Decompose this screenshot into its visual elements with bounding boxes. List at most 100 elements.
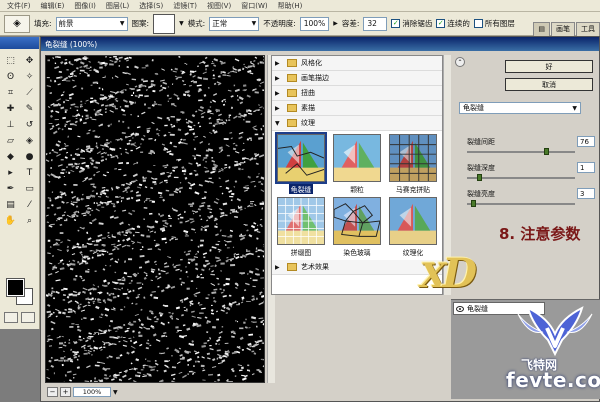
lasso-tool-icon[interactable]: ʘ bbox=[2, 69, 19, 84]
filter-category[interactable]: ▶ 扭曲 bbox=[272, 86, 442, 101]
menu-item[interactable]: 图层(L) bbox=[101, 1, 134, 11]
notes-tool-icon[interactable]: ▤ bbox=[2, 197, 19, 212]
toolbox: ⬚ ✥ ʘ ✧ ⌗ ⟋ ✚ ✎ ⊥ ↺ ▱ ◈ ◆ ● ▸ T ✒ ▭ ▤ ⁄ … bbox=[0, 37, 40, 329]
quickmask-mode-button[interactable] bbox=[21, 312, 35, 323]
brush-tool-icon[interactable]: ✎ bbox=[21, 101, 38, 116]
filter-thumbnail[interactable]: 拼缀图 bbox=[276, 197, 326, 257]
filter-thumbnail[interactable]: 马赛克拼贴 bbox=[388, 134, 438, 194]
paint-bucket-tool-icon[interactable]: ◈ bbox=[21, 133, 38, 148]
zoom-out-button[interactable]: − bbox=[47, 387, 58, 397]
menu-item[interactable]: 文件(F) bbox=[2, 1, 36, 11]
dodge-tool-icon[interactable]: ● bbox=[21, 149, 38, 164]
crop-tool-icon[interactable]: ⌗ bbox=[2, 85, 19, 100]
chevron-right-icon[interactable]: ▶ bbox=[333, 20, 338, 27]
chevron-right-icon[interactable]: ▶ bbox=[275, 264, 283, 271]
chevron-down-icon[interactable]: ▼ bbox=[275, 120, 283, 127]
slider-thumb[interactable] bbox=[471, 200, 476, 207]
filter-thumbnail[interactable]: 纹理化 bbox=[388, 197, 438, 257]
healing-brush-tool-icon[interactable]: ✚ bbox=[2, 101, 19, 116]
sailboat-thumbnail-image bbox=[333, 134, 381, 182]
marquee-tool-icon[interactable]: ⬚ bbox=[2, 53, 19, 68]
param-value-input[interactable]: 76 bbox=[577, 136, 595, 147]
param-slider[interactable] bbox=[467, 174, 575, 181]
type-tool-icon[interactable]: T bbox=[21, 165, 38, 180]
param-value-input[interactable]: 3 bbox=[577, 188, 595, 199]
zoom-in-button[interactable]: + bbox=[60, 387, 71, 397]
chevron-down-icon[interactable]: ▼ bbox=[179, 20, 184, 27]
menu-item[interactable]: 滤镜(T) bbox=[168, 1, 202, 11]
eyedropper-tool-icon[interactable]: ⁄ bbox=[21, 197, 38, 212]
cancel-button[interactable]: 取消 bbox=[505, 78, 593, 91]
shape-tool-icon[interactable]: ▭ bbox=[21, 181, 38, 196]
chevron-right-icon[interactable]: ▶ bbox=[275, 105, 283, 112]
param-slider[interactable] bbox=[467, 200, 575, 207]
eye-icon[interactable] bbox=[456, 305, 464, 312]
ok-button[interactable]: 好 bbox=[505, 60, 593, 73]
stamp-tool-icon[interactable]: ⊥ bbox=[2, 117, 19, 132]
slider-thumb[interactable] bbox=[544, 148, 549, 155]
magic-wand-tool-icon[interactable]: ✧ bbox=[21, 69, 38, 84]
menu-item[interactable]: 编辑(E) bbox=[36, 1, 70, 11]
filter-thumbnail[interactable]: 颗粒 bbox=[332, 134, 382, 194]
chevron-right-icon[interactable]: ▶ bbox=[275, 75, 283, 82]
preview-canvas[interactable] bbox=[45, 55, 265, 383]
checkmark-icon: ✓ bbox=[391, 19, 401, 28]
tab-tools[interactable]: 工具 bbox=[576, 21, 600, 36]
folder-icon bbox=[287, 104, 297, 112]
fill-source-select[interactable]: 前景 ▼ bbox=[55, 16, 128, 31]
chevron-right-icon[interactable]: ▶ bbox=[275, 90, 283, 97]
tab-brushes[interactable]: 画笔 bbox=[551, 21, 575, 36]
blur-tool-icon[interactable]: ◆ bbox=[2, 149, 19, 164]
dialog-titlebar[interactable]: 龟裂缝 (100%) bbox=[41, 37, 599, 51]
menu-item[interactable]: 视图(V) bbox=[202, 1, 236, 11]
chevron-right-icon[interactable]: ▶ bbox=[275, 60, 283, 67]
filter-select[interactable]: 龟裂缝 ▼ bbox=[459, 102, 581, 114]
pattern-swatch[interactable] bbox=[153, 13, 176, 34]
menu-item[interactable]: 选择(S) bbox=[134, 1, 168, 11]
filter-thumbnail-grid: 龟裂缝 颗粒 马赛克拼贴拼缀图 染色玻璃 纹理化 bbox=[272, 131, 442, 260]
menu-item[interactable]: 图像(I) bbox=[69, 1, 101, 11]
move-tool-icon[interactable]: ✥ bbox=[21, 53, 38, 68]
opacity-input[interactable]: 100% bbox=[299, 16, 330, 31]
filter-category-list: ▶ 风格化 ▶ 画笔描边 ▶ 扭曲 ▶ 素描 ▼ 纹理 龟裂缝 颗粒 马赛克拼贴拼缀图 染色玻璃 纹理化 ▶ 艺… bbox=[271, 55, 443, 295]
filter-category[interactable]: ▶ 画笔描边 bbox=[272, 71, 442, 86]
zoom-level[interactable]: 100% bbox=[73, 387, 111, 397]
foreground-color-swatch[interactable] bbox=[6, 278, 25, 297]
pen-tool-icon[interactable]: ✒ bbox=[2, 181, 19, 196]
eraser-tool-icon[interactable]: ▱ bbox=[2, 133, 19, 148]
antialias-checkbox[interactable]: ✓ 消除锯齿 bbox=[391, 18, 432, 29]
filter-thumbnail[interactable]: 染色玻璃 bbox=[332, 197, 382, 257]
antialias-label: 消除锯齿 bbox=[402, 19, 433, 28]
menu-item[interactable]: 窗口(W) bbox=[236, 1, 272, 11]
chevron-down-icon[interactable]: ▼ bbox=[113, 389, 118, 396]
hand-tool-icon[interactable]: ✋ bbox=[2, 213, 19, 228]
contiguous-checkbox[interactable]: ✓ 连续的 bbox=[436, 18, 470, 29]
paint-bucket-preset-icon[interactable]: ◈ bbox=[4, 14, 30, 33]
filter-category[interactable]: ▶ 素描 bbox=[272, 101, 442, 116]
filter-category[interactable]: ▶ 艺术效果 bbox=[272, 260, 442, 275]
mode-select[interactable]: 正常 ▼ bbox=[209, 16, 260, 31]
filter-category[interactable]: ▼ 纹理 bbox=[272, 116, 442, 131]
collapse-chevron-icon[interactable]: ⌃ bbox=[455, 57, 465, 67]
param-label: 裂缝亮度 bbox=[467, 190, 495, 198]
slider-thumb[interactable] bbox=[477, 174, 482, 181]
filter-category[interactable]: ▶ 风格化 bbox=[272, 56, 442, 71]
slice-tool-icon[interactable]: ⟋ bbox=[21, 85, 38, 100]
standard-mode-button[interactable] bbox=[4, 312, 18, 323]
folder-icon bbox=[287, 74, 297, 82]
history-brush-tool-icon[interactable]: ↺ bbox=[21, 117, 38, 132]
tolerance-input[interactable]: 32 bbox=[363, 16, 388, 31]
printer-icon[interactable]: ▤ bbox=[533, 21, 550, 36]
param-slider[interactable] bbox=[467, 148, 575, 155]
filter-thumbnail-label: 染色玻璃 bbox=[343, 249, 371, 257]
filter-thumbnail[interactable]: 龟裂缝 bbox=[275, 132, 327, 194]
path-select-tool-icon[interactable]: ▸ bbox=[2, 165, 19, 180]
xd-watermark-logo: XD bbox=[420, 250, 477, 297]
zoom-tool-icon[interactable]: ⌕ bbox=[21, 213, 38, 228]
filter-select-value: 龟裂缝 bbox=[463, 104, 484, 112]
mask-mode-buttons bbox=[4, 312, 35, 323]
menu-item[interactable]: 帮助(H) bbox=[273, 1, 308, 11]
all-layers-checkbox[interactable]: 所有图层 bbox=[473, 18, 515, 29]
toolbox-header[interactable] bbox=[0, 37, 39, 49]
param-value-input[interactable]: 1 bbox=[577, 162, 595, 173]
